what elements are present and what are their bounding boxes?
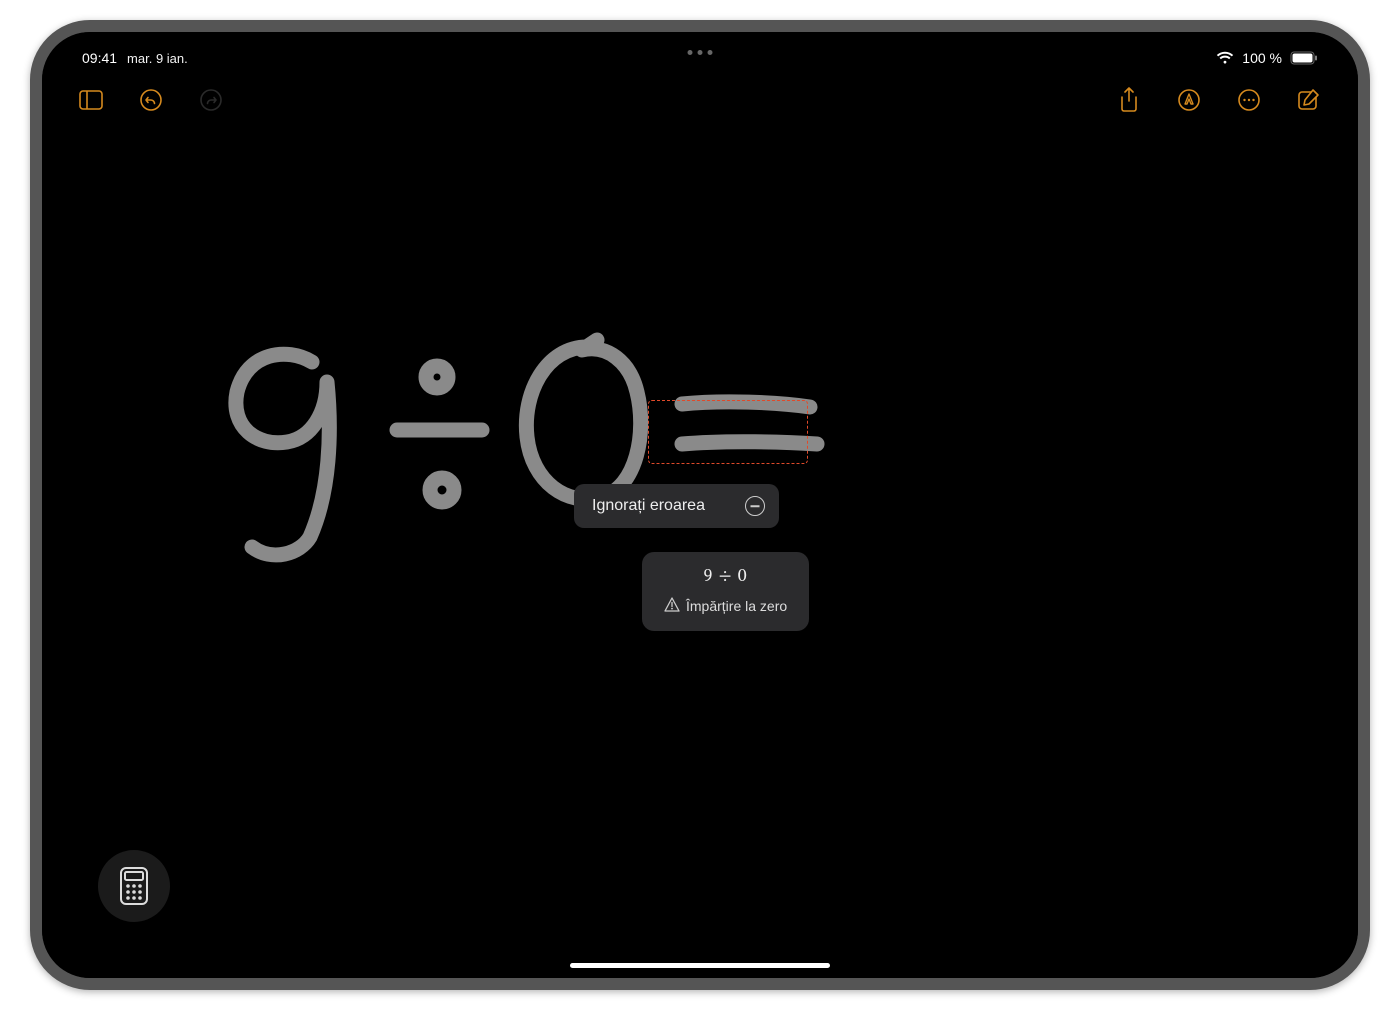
hw-button [182, 20, 252, 22]
undo-button[interactable] [136, 85, 166, 115]
minus-circle-icon [745, 496, 765, 516]
error-expression: 9 ÷ 0 [664, 566, 787, 589]
compose-button[interactable] [1294, 85, 1324, 115]
ignore-error-button[interactable]: Ignorați eroarea [574, 484, 779, 528]
error-message: Împărțire la zero [686, 598, 787, 614]
toolbar [42, 78, 1358, 122]
sidebar-toggle-button[interactable] [76, 85, 106, 115]
status-right: 100 % [1216, 50, 1318, 66]
status-time: 09:41 [82, 50, 117, 66]
markup-button[interactable] [1174, 85, 1204, 115]
status-bar: 09:41 mar. 9 ian. 100 % [42, 46, 1358, 70]
error-highlight-box[interactable] [648, 400, 808, 464]
calculator-button[interactable] [98, 850, 170, 922]
status-left: 09:41 mar. 9 ian. [82, 50, 188, 66]
hw-led [30, 402, 32, 410]
battery-icon [1290, 51, 1318, 65]
ignore-error-label: Ignorați eroarea [592, 497, 705, 515]
error-info-card: 9 ÷ 0 Împărțire la zero [642, 552, 809, 631]
share-button[interactable] [1114, 85, 1144, 115]
redo-button [196, 85, 226, 115]
status-date: mar. 9 ian. [127, 51, 188, 66]
wifi-icon [1216, 51, 1234, 65]
ipad-frame: 09:41 mar. 9 ian. 100 % [30, 20, 1370, 990]
math-canvas[interactable]: Ignorați eroarea 9 ÷ 0 Împărțire la zero [42, 122, 1358, 978]
hw-button [122, 20, 168, 22]
multitask-dots[interactable] [688, 50, 713, 55]
warning-icon [664, 597, 680, 615]
home-indicator[interactable] [570, 963, 830, 968]
hw-button [262, 20, 332, 22]
screen: 09:41 mar. 9 ian. 100 % [42, 32, 1358, 978]
more-button[interactable] [1234, 85, 1264, 115]
battery-pct: 100 % [1242, 50, 1282, 66]
